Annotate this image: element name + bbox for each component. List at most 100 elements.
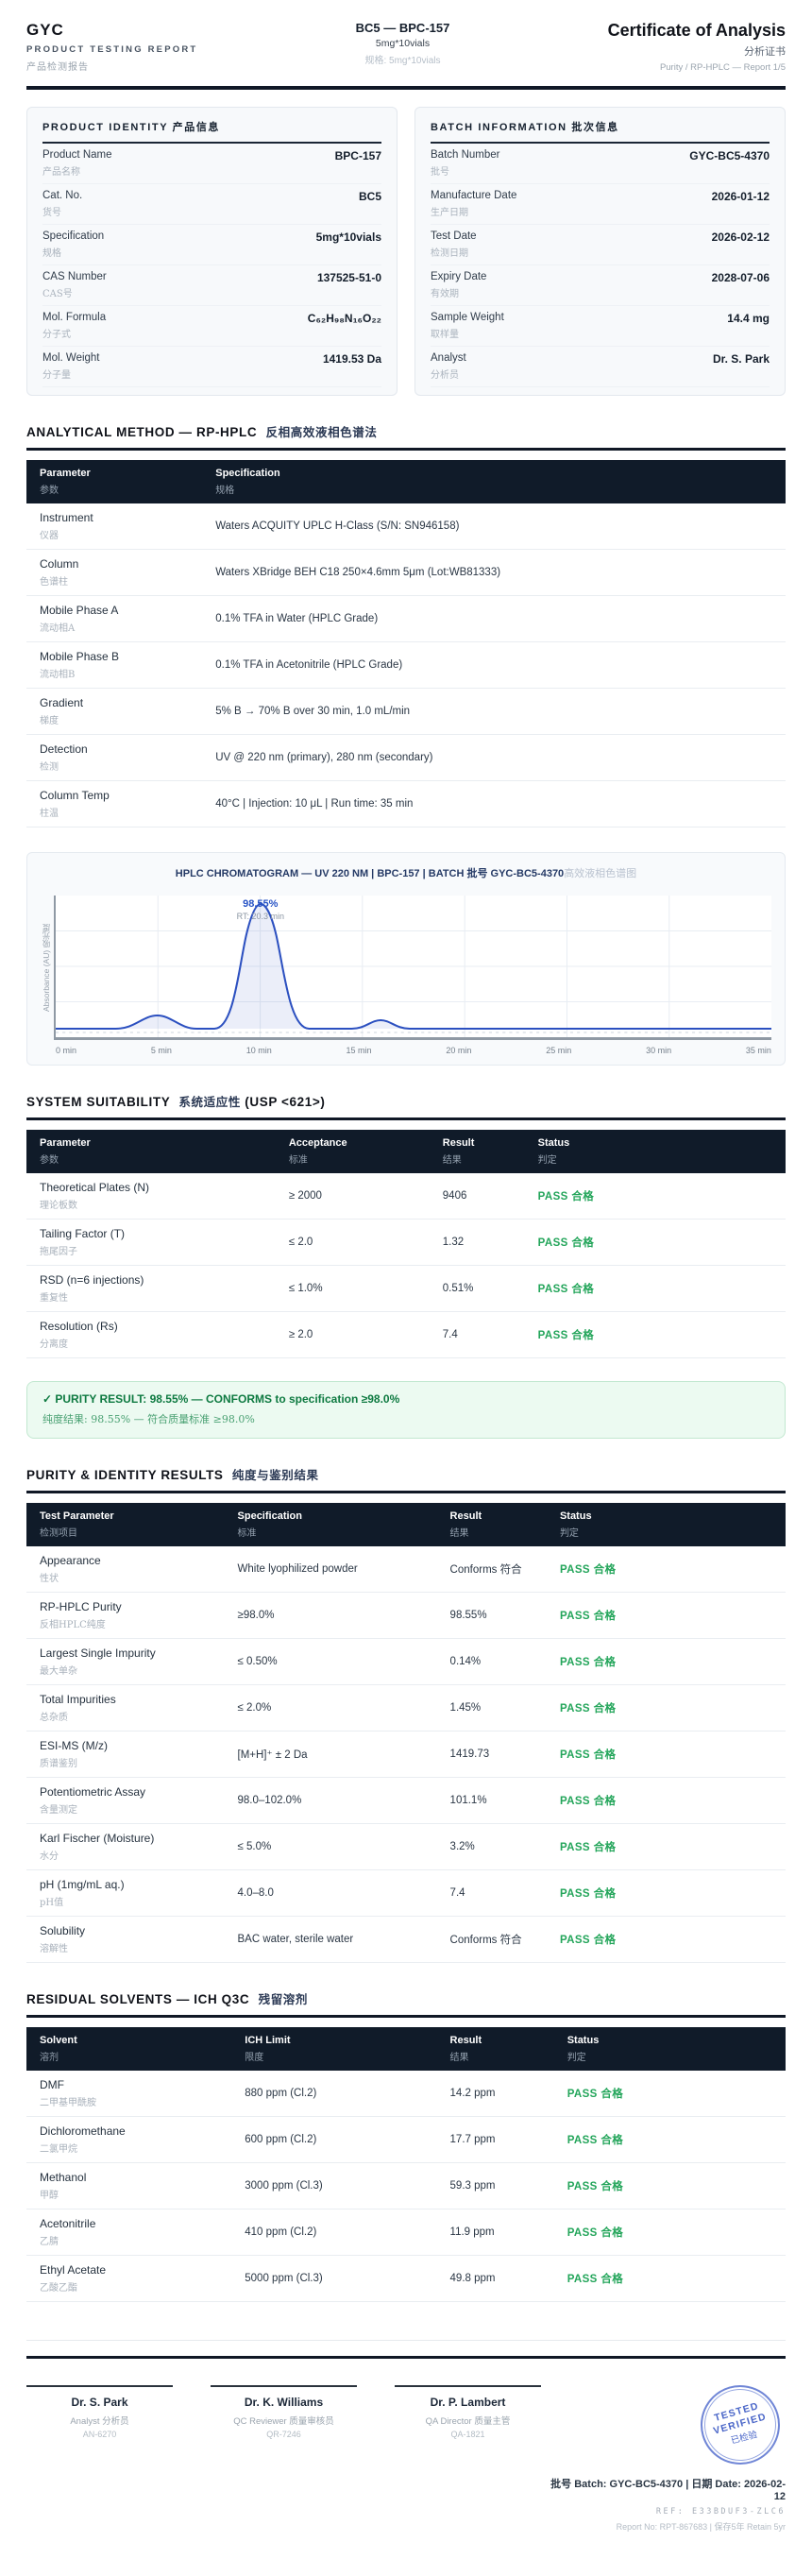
method-col-parameter: Parameter 参数 bbox=[40, 468, 91, 496]
results-row: Appearance 性状 White lyophilized powder C… bbox=[26, 1546, 786, 1593]
res-spec: [M+H]⁺ ± 2 Da bbox=[237, 1749, 308, 1761]
solv-col-solvent: Solvent 溶剂 bbox=[40, 2035, 77, 2063]
identity-label-cn: 规格 bbox=[42, 248, 61, 259]
status-badge: PASS 合格 bbox=[537, 1191, 595, 1203]
batch-value: 14.4 mg bbox=[727, 312, 770, 325]
res-result: 0.14% bbox=[449, 1656, 482, 1667]
chromatogram-chart: Absorbance (AU) 吸光度 98.55% RT: 20.3 min bbox=[41, 896, 771, 1040]
batch-label-cn: 生产日期 bbox=[431, 208, 468, 218]
method-spec: UV @ 220 nm (primary), 280 nm (secondary… bbox=[215, 752, 433, 763]
batch-row: Manufacture Date 生产日期 2026-01-12 bbox=[431, 184, 770, 225]
brand-block: GYC PRODUCT TESTING REPORT 产品检测报告 bbox=[26, 21, 197, 73]
suit-result: 9406 bbox=[442, 1190, 467, 1202]
identity-row: Mol. Formula 分子式 C₆₂H₉₈N₁₆O₂₂ bbox=[42, 306, 381, 347]
batch-label-en: Analyst bbox=[431, 352, 466, 364]
batch-label-cn: 批号 bbox=[431, 167, 449, 178]
solv-name: Methanol 甲醇 bbox=[40, 2171, 87, 2201]
res-param: RP-HPLC Purity 反相HPLC纯度 bbox=[40, 1600, 122, 1630]
solv-limit: 410 ppm (Cl.2) bbox=[245, 2226, 317, 2238]
status-badge: PASS 合格 bbox=[559, 1703, 617, 1714]
footer-report-line: Report No: RPT-867683 | 保存5年 Retain 5yr bbox=[616, 2522, 786, 2532]
results-row: Potentiometric Assay 含量测定 98.0–102.0% 10… bbox=[26, 1778, 786, 1824]
solv-limit: 5000 ppm (Cl.3) bbox=[245, 2273, 323, 2284]
res-param: ESI-MS (M/z) 质谱鉴别 bbox=[40, 1739, 108, 1769]
method-param: Instrument 仪器 bbox=[40, 511, 93, 541]
batch-row: Test Date 检测日期 2026-02-12 bbox=[431, 225, 770, 265]
section-rule bbox=[26, 1491, 786, 1493]
x-axis-ticks: 0 min 5 min 10 min 15 min 20 min 25 min … bbox=[41, 1046, 771, 1055]
batch-value: 2026-01-12 bbox=[711, 190, 770, 203]
suit-acceptance: ≥ 2000 bbox=[288, 1190, 322, 1202]
product-spec-cn: 规格: 5mg*10vials bbox=[364, 56, 441, 66]
solvents-section-title: RESIDUAL SOLVENTS — ICH Q3C 残留溶剂 bbox=[26, 1989, 786, 2007]
res-col-result: Result 结果 bbox=[449, 1510, 482, 1539]
batch-label-en: Manufacture Date bbox=[431, 190, 517, 201]
identity-label-cn: 货号 bbox=[42, 208, 61, 218]
product-code-title: BC5 — BPC-157 bbox=[355, 21, 450, 35]
results-row: Karl Fischer (Moisture) 水分 ≤ 5.0% 3.2% P… bbox=[26, 1824, 786, 1870]
identity-row: Product Name 产品名称 BPC-157 bbox=[42, 144, 381, 184]
batch-label-en: Expiry Date bbox=[431, 271, 487, 282]
identity-value: C₆₂H₉₈N₁₆O₂₂ bbox=[307, 312, 381, 325]
method-table-header: Parameter 参数 Specification 规格 bbox=[26, 460, 786, 503]
identity-label-cn: CAS号 bbox=[42, 289, 73, 299]
report-footer: Dr. S. Park Analyst 分析员 AN-6270 Dr. K. W… bbox=[26, 2340, 789, 2533]
suitability-section-title: SYSTEM SUITABILITY 系统适应性 (USP <621>) bbox=[26, 1092, 786, 1110]
chromatogram-trace bbox=[56, 896, 771, 1037]
batch-row: Sample Weight 取样量 14.4 mg bbox=[431, 306, 770, 347]
res-result: 1.45% bbox=[449, 1702, 482, 1714]
product-block: BC5 — BPC-157 5mg*10vials 规格: 5mg*10vial… bbox=[356, 21, 450, 66]
purity-result-banner: ✓ PURITY RESULT: 98.55% — CONFORMS to sp… bbox=[26, 1381, 786, 1439]
footer-light-divider bbox=[26, 2340, 786, 2341]
identity-label-en: Mol. Weight bbox=[42, 352, 100, 364]
solv-col-limit: ICH Limit 限度 bbox=[245, 2035, 291, 2063]
signatory-id: AN-6270 bbox=[82, 2429, 117, 2439]
x-tick: 15 min bbox=[346, 1046, 372, 1055]
purity-result-line-cn: 纯度结果: 98.55% — 符合质量标准 ≥98.0% bbox=[42, 1413, 255, 1425]
batch-label: Analyst 分析员 bbox=[431, 352, 466, 381]
batch-label-cn: 取样量 bbox=[431, 330, 459, 340]
method-param: Gradient 梯度 bbox=[40, 696, 84, 726]
identity-value: 1419.53 Da bbox=[322, 352, 381, 366]
method-title-cn: 反相高效液相色谱法 bbox=[265, 425, 378, 439]
method-spec: 0.1% TFA in Water (HPLC Grade) bbox=[215, 613, 379, 624]
solv-result: 49.8 ppm bbox=[449, 2273, 496, 2284]
res-param: Karl Fischer (Moisture) 水分 bbox=[40, 1832, 155, 1862]
signature-line bbox=[26, 2385, 173, 2387]
batch-row: Expiry Date 有效期 2028-07-06 bbox=[431, 265, 770, 306]
identity-label: Specification 规格 bbox=[42, 230, 104, 259]
res-param: Total Impurities 总杂质 bbox=[40, 1693, 116, 1723]
suit-result: 0.51% bbox=[442, 1283, 474, 1294]
solv-col-status: Status 判定 bbox=[567, 2035, 600, 2063]
plot-area: 98.55% RT: 20.3 min bbox=[54, 896, 771, 1040]
signatory-name: Dr. S. Park bbox=[71, 2395, 128, 2409]
solvents-title-en: RESIDUAL SOLVENTS — ICH Q3C bbox=[26, 1992, 250, 2006]
suit-acceptance: ≥ 2.0 bbox=[288, 1329, 313, 1340]
method-param: Detection 检测 bbox=[40, 742, 88, 773]
res-col-parameter: Test Parameter 检测项目 bbox=[40, 1510, 114, 1539]
section-rule bbox=[26, 1117, 786, 1120]
x-tick: 5 min bbox=[150, 1046, 172, 1055]
suit-result: 1.32 bbox=[442, 1237, 465, 1248]
signature-block: Dr. S. Park Analyst 分析员 AN-6270 bbox=[26, 2385, 173, 2533]
solvents-title-cn: 残留溶剂 bbox=[258, 1992, 308, 2006]
res-result: 7.4 bbox=[449, 1887, 465, 1899]
batch-value: 2028-07-06 bbox=[711, 271, 770, 284]
signatory-role: QA Director 质量主管 bbox=[425, 2415, 511, 2427]
identity-row: CAS Number CAS号 137525-51-0 bbox=[42, 265, 381, 306]
results-row: pH (1mg/mL aq.) pH值 4.0–8.0 7.4 PASS 合格 bbox=[26, 1870, 786, 1917]
suit-param: Theoretical Plates (N) 理论板数 bbox=[40, 1181, 150, 1211]
certificate-page: GYC PRODUCT TESTING REPORT 产品检测报告 BC5 — … bbox=[0, 0, 812, 2576]
suit-acceptance: ≤ 2.0 bbox=[288, 1237, 313, 1248]
chromatogram-title: HPLC CHROMATOGRAM — UV 220 NM | BPC-157 … bbox=[175, 867, 637, 879]
identity-label-en: CAS Number bbox=[42, 271, 107, 282]
method-section-title: ANALYTICAL METHOD — RP-HPLC 反相高效液相色谱法 bbox=[26, 422, 786, 440]
res-result: Conforms 符合 bbox=[449, 1935, 522, 1946]
status-badge: PASS 合格 bbox=[559, 1935, 617, 1946]
batch-information-card: BATCH INFORMATION 批次信息 Batch Number 批号 G… bbox=[414, 107, 786, 396]
batch-value: Dr. S. Park bbox=[712, 352, 770, 366]
res-spec: White lyophilized powder bbox=[237, 1563, 358, 1575]
signatory-role: Analyst 分析员 bbox=[70, 2415, 129, 2427]
suit-param: RSD (n=6 injections) 重复性 bbox=[40, 1273, 144, 1304]
results-table-header: Test Parameter 检测项目 Specification 标准 Resul… bbox=[26, 1503, 786, 1546]
